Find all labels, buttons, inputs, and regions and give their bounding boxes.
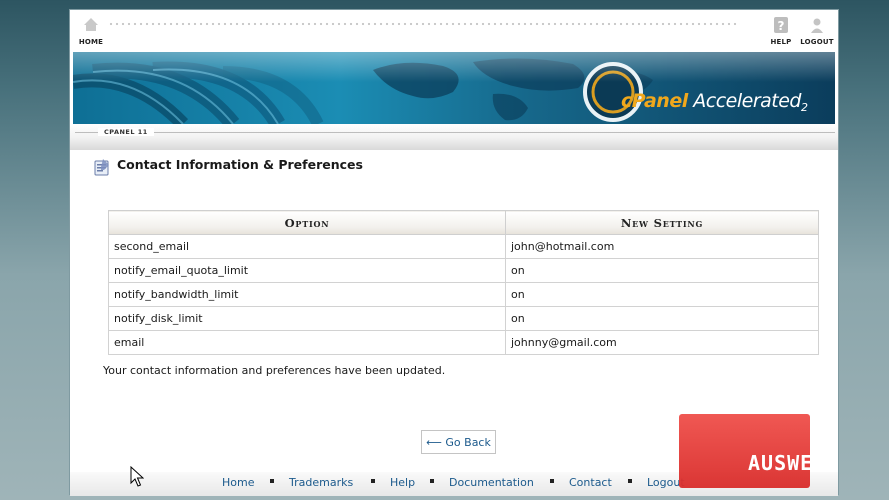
option-cell: second_email xyxy=(108,234,506,259)
footer-separator xyxy=(628,479,632,483)
help-button[interactable]: ? HELP xyxy=(769,16,793,46)
option-cell: notify_bandwidth_limit xyxy=(108,282,506,307)
watermark-text: AUSWEB xyxy=(748,451,827,475)
cpanel-banner: cPanel Accelerated2 xyxy=(73,52,835,124)
header-option: Option xyxy=(108,210,506,235)
option-cell: notify_disk_limit xyxy=(108,306,506,331)
footer-separator xyxy=(430,479,434,483)
logout-button[interactable]: LOGOUT xyxy=(800,16,834,46)
table-row: email johnny@gmail.com xyxy=(108,330,819,355)
footer-separator xyxy=(371,479,375,483)
page-title: Contact Information & Preferences xyxy=(117,157,363,172)
table-row: notify_email_quota_limit on xyxy=(108,258,819,283)
go-back-button[interactable]: ⟵ Go Back xyxy=(421,430,496,454)
value-cell: johnny@gmail.com xyxy=(505,330,819,355)
help-icon: ? xyxy=(774,17,788,33)
footer-link-trademarks[interactable]: Trademarks xyxy=(289,476,353,489)
top-bar: HOME ? HELP LOGOUT xyxy=(70,10,838,52)
table-header-row: Option New Setting xyxy=(108,210,819,235)
footer-link-documentation[interactable]: Documentation xyxy=(449,476,534,489)
footer-separator xyxy=(550,479,554,483)
cpanel-logo: cPanel Accelerated2 xyxy=(621,90,808,114)
breadcrumb-divider xyxy=(75,132,835,133)
svg-text:?: ? xyxy=(778,19,785,33)
table-row: notify_disk_limit on xyxy=(108,306,819,331)
breadcrumb[interactable]: CPANEL 11 xyxy=(98,128,154,136)
top-bar-dots xyxy=(108,22,740,26)
value-cell: john@hotmail.com xyxy=(505,234,819,259)
breadcrumb-bar: CPANEL 11 xyxy=(70,124,838,150)
value-cell: on xyxy=(505,282,819,307)
home-button[interactable]: HOME xyxy=(78,16,104,46)
home-icon xyxy=(84,18,98,31)
preferences-table: Option New Setting second_email john@hot… xyxy=(108,210,819,355)
status-message: Your contact information and preferences… xyxy=(103,364,446,377)
help-label: HELP xyxy=(770,38,792,46)
footer-link-contact[interactable]: Contact xyxy=(569,476,612,489)
value-cell: on xyxy=(505,258,819,283)
mouse-cursor-icon xyxy=(130,466,144,487)
option-cell: notify_email_quota_limit xyxy=(108,258,506,283)
table-row: notify_bandwidth_limit on xyxy=(108,282,819,307)
logout-label: LOGOUT xyxy=(800,38,834,46)
header-new-setting: New Setting xyxy=(505,210,819,235)
footer-link-home[interactable]: Home xyxy=(222,476,254,489)
footer-link-help[interactable]: Help xyxy=(390,476,415,489)
table-row: second_email john@hotmail.com xyxy=(108,234,819,259)
value-cell: on xyxy=(505,306,819,331)
option-cell: email xyxy=(108,330,506,355)
home-label: HOME xyxy=(78,38,104,46)
user-icon xyxy=(811,18,823,33)
footer-separator xyxy=(270,479,274,483)
contact-card-icon xyxy=(94,159,109,176)
